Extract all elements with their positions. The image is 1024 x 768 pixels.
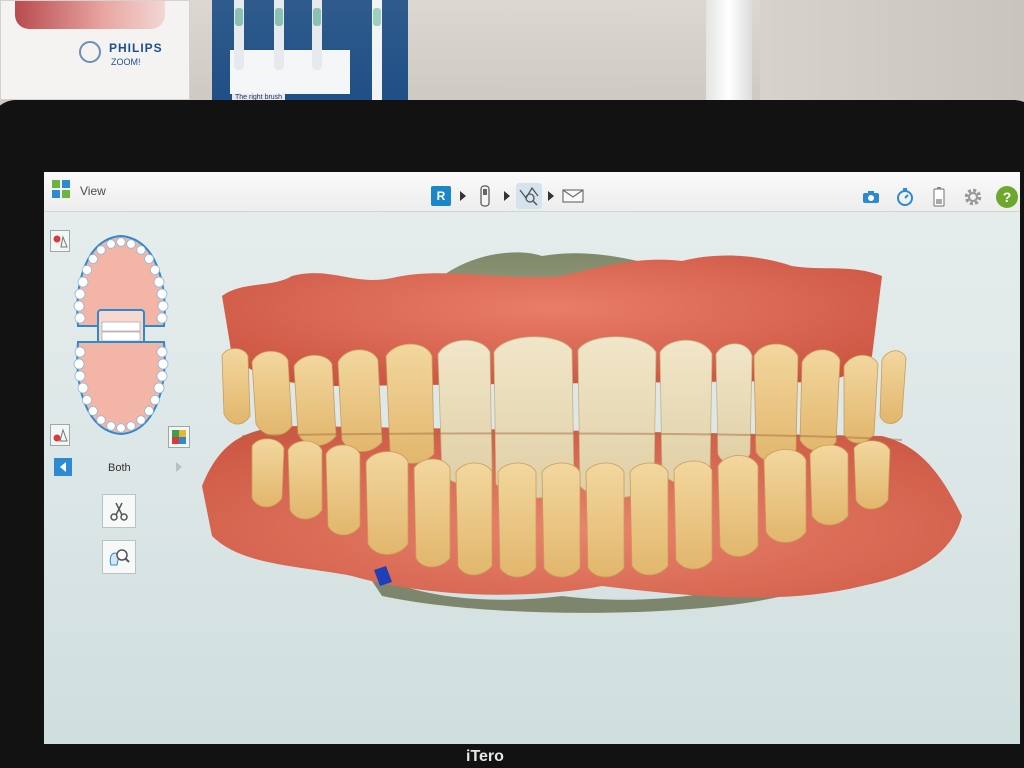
lower-arch-toggle[interactable]	[50, 424, 70, 446]
toothbrush-display: The right brush	[212, 0, 408, 104]
display-tray	[230, 50, 350, 94]
page-title: View	[80, 184, 106, 198]
step-arrow-icon	[548, 191, 554, 201]
app-logo-icon[interactable]	[52, 180, 70, 198]
poster-subtitle: ZOOM!	[111, 57, 141, 67]
scan-step[interactable]	[472, 183, 498, 209]
app-window: View R ? Both	[44, 172, 1020, 744]
lower-arch-icon	[53, 428, 68, 442]
monitor-brand: iTero	[466, 748, 504, 765]
toothbrush-icon	[274, 0, 284, 70]
trim-tool-button[interactable]	[102, 494, 136, 528]
background-wall-right	[760, 0, 1024, 110]
brand-logo-icon	[79, 41, 101, 63]
dental-scan-3d-model[interactable]	[182, 236, 972, 636]
toothbrush-icon	[234, 0, 244, 70]
toothbrush-handle	[372, 0, 382, 104]
rx-step[interactable]: R	[428, 183, 454, 209]
send-step[interactable]	[560, 183, 586, 209]
wall-pipe	[706, 0, 752, 106]
poster-photo	[15, 1, 165, 29]
inspect-tool-button[interactable]	[102, 540, 136, 574]
camera-button[interactable]	[860, 186, 882, 208]
chevron-left-icon	[60, 462, 66, 472]
timer-icon	[897, 188, 913, 206]
camera-icon	[863, 191, 879, 203]
view-tools-icon	[519, 186, 539, 206]
step-arrow-icon	[504, 191, 510, 201]
poster-brand: PHILIPS	[109, 41, 163, 55]
wall-poster: PHILIPS ZOOM!	[0, 0, 190, 100]
step-arrow-icon	[460, 191, 466, 201]
battery-indicator	[928, 186, 950, 208]
timer-button[interactable]	[894, 186, 916, 208]
settings-button[interactable]	[962, 186, 984, 208]
top-toolbar: ?	[860, 186, 1018, 208]
jaw-diagram[interactable]	[66, 230, 176, 440]
top-bar: View R ?	[44, 172, 1020, 212]
battery-icon	[933, 187, 945, 207]
workflow-steps: R	[428, 182, 586, 210]
scanner-icon	[480, 185, 490, 207]
jaw-previous-button[interactable]	[54, 458, 72, 476]
magnify-tooth-icon	[109, 549, 130, 566]
view-step[interactable]	[516, 183, 542, 209]
rx-icon: R	[431, 186, 451, 206]
jaw-selection-label: Both	[108, 462, 131, 474]
settings-icon	[964, 188, 982, 206]
help-icon[interactable]: ?	[996, 186, 1018, 208]
scissors-icon	[110, 502, 128, 521]
send-icon	[562, 189, 584, 203]
toothbrush-icon	[312, 0, 322, 70]
